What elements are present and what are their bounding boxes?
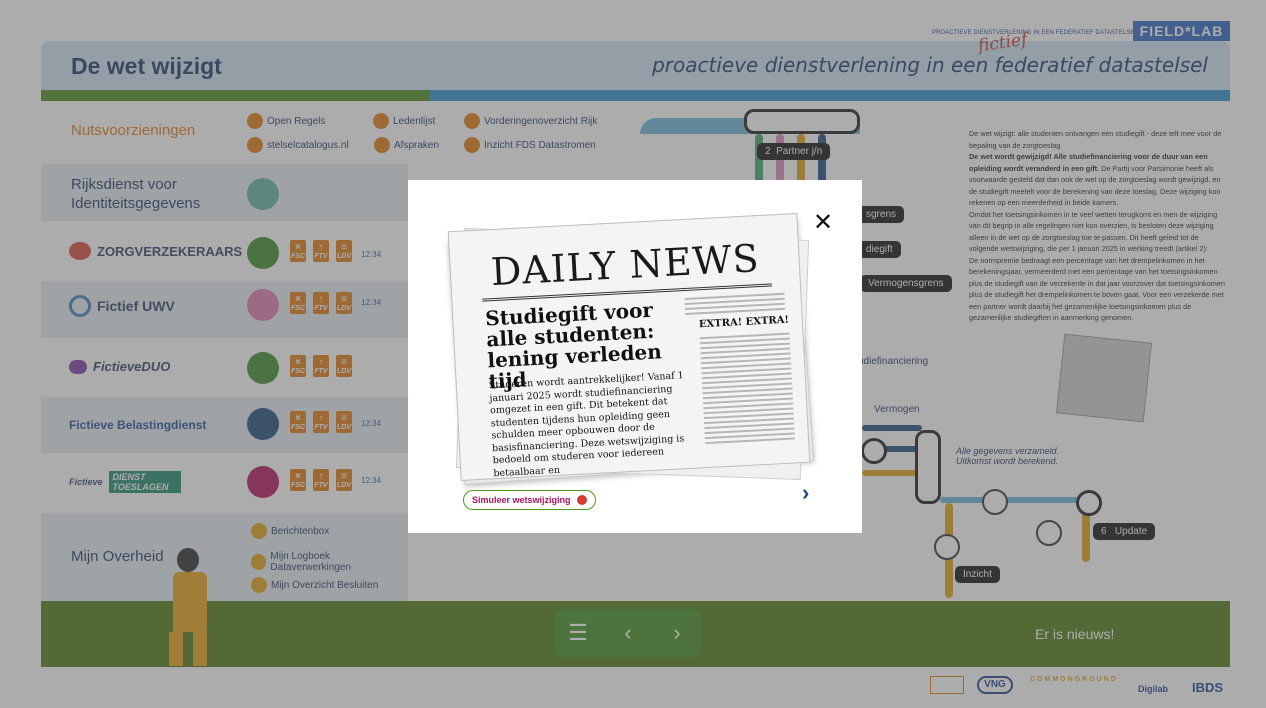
simulate-icon [576, 495, 587, 505]
simulate-button[interactable]: Simuleer wetswijziging [463, 490, 596, 510]
text-column [699, 332, 796, 448]
news-modal: DAILY NEWS Studiegift voor alle studente… [408, 180, 862, 533]
extra-label: EXTRA! EXTRA! [698, 314, 790, 331]
text-column [684, 292, 786, 318]
newspaper: DAILY NEWS Studiegift voor alle studente… [447, 213, 811, 481]
close-icon[interactable]: ✕ [812, 211, 834, 235]
newspaper-lead: Studeren wordt aantrekkelijker! Vanaf 1 … [488, 370, 685, 479]
chevron-right-icon[interactable]: › [802, 480, 809, 506]
